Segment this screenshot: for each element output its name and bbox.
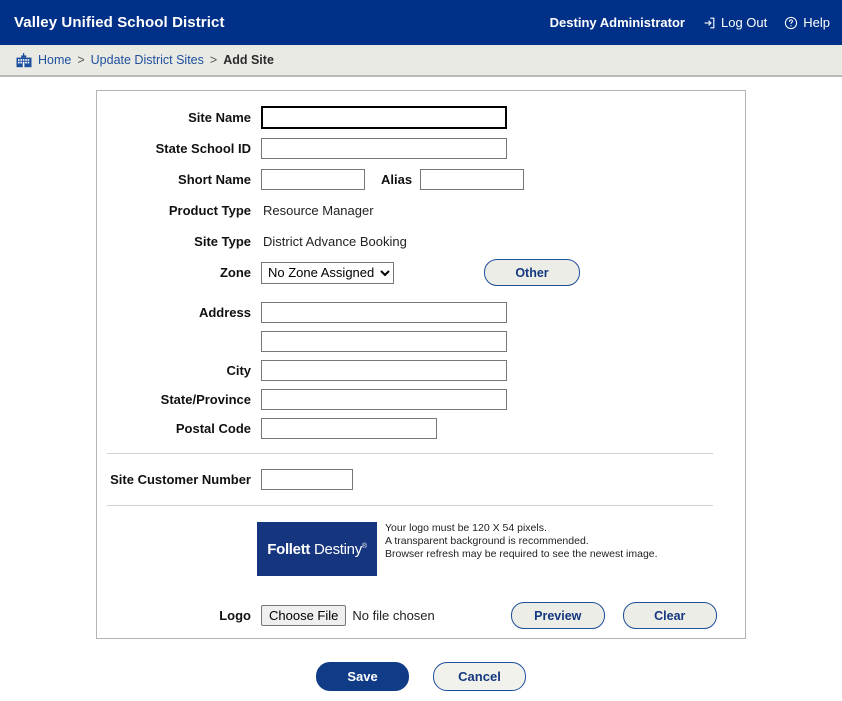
- help-button[interactable]: Help: [784, 15, 830, 30]
- zone-label: Zone: [219, 265, 251, 280]
- logo-requirements-note: Your logo must be 120 X 54 pixels. A tra…: [377, 522, 658, 561]
- site-type-label: Site Type: [194, 234, 251, 249]
- breadcrumb-separator-2: >: [209, 53, 218, 67]
- add-site-form-panel: Site Name State School ID Short Name Ali…: [96, 90, 746, 639]
- breadcrumb-home-link[interactable]: Home: [38, 53, 71, 67]
- city-label: City: [226, 363, 251, 378]
- header-right-group: Destiny Administrator Log Out Help: [550, 15, 830, 30]
- address-line2-input[interactable]: [261, 331, 507, 352]
- logo-note-line-3: Browser refresh may be required to see t…: [385, 548, 658, 560]
- site-name-input[interactable]: [261, 106, 507, 129]
- breadcrumb-separator-1: >: [77, 53, 85, 67]
- form-rows: Site Name State School ID Short Name Ali…: [97, 91, 745, 629]
- short-name-label: Short Name: [178, 172, 251, 187]
- postal-code-row: Postal Code: [97, 414, 745, 443]
- other-button[interactable]: Other: [484, 259, 580, 286]
- address-line1-row: Address: [97, 298, 745, 327]
- zone-row: Zone No Zone Assigned Other: [97, 257, 745, 288]
- breadcrumb-update-district-sites-link[interactable]: Update District Sites: [91, 53, 204, 67]
- state-school-id-input[interactable]: [261, 138, 507, 159]
- logo-image-text: Follett Destiny®: [267, 541, 367, 558]
- site-name-row: Site Name: [97, 102, 745, 133]
- alias-input[interactable]: [420, 169, 525, 190]
- address-line1-input[interactable]: [261, 302, 507, 323]
- product-type-row: Product Type Resource Manager: [97, 195, 745, 226]
- breadcrumb: Home > Update District Sites > Add Site: [0, 45, 842, 77]
- logo-action-buttons: Preview Clear: [510, 602, 717, 629]
- logo-note-line-2: A transparent background is recommended.: [385, 535, 589, 547]
- postal-code-input[interactable]: [261, 418, 437, 439]
- state-school-id-label: State School ID: [155, 141, 251, 156]
- help-icon: [784, 16, 798, 30]
- divider-above-logo: [107, 505, 713, 506]
- choose-file-button[interactable]: Choose File: [261, 605, 347, 626]
- product-type-value: Resource Manager: [263, 203, 374, 218]
- logout-label: Log Out: [720, 15, 768, 30]
- help-label: Help: [803, 15, 830, 30]
- site-customer-number-label: Site Customer Number: [110, 472, 251, 487]
- logo-upload-row: Logo Choose File No file chosen Preview …: [97, 576, 745, 629]
- alias-label: Alias: [381, 172, 413, 187]
- cancel-button[interactable]: Cancel: [433, 662, 526, 691]
- logo-label: Logo: [219, 608, 251, 623]
- logo-brand-bold: Follett: [267, 540, 311, 558]
- current-logo-image: Follett Destiny®: [257, 522, 377, 576]
- site-name-label: Site Name: [188, 110, 251, 125]
- short-name-row: Short Name Alias: [97, 164, 745, 195]
- preview-button[interactable]: Preview: [510, 602, 605, 629]
- state-province-label: State/Province: [160, 392, 251, 407]
- chosen-file-name: No file chosen: [352, 608, 435, 623]
- site-customer-number-input[interactable]: [261, 469, 353, 490]
- save-button[interactable]: Save: [316, 662, 409, 691]
- district-title: Valley Unified School District: [14, 14, 225, 31]
- site-customer-number-row: Site Customer Number: [97, 464, 745, 495]
- postal-code-label: Postal Code: [175, 421, 251, 436]
- city-input[interactable]: [261, 360, 507, 381]
- state-school-id-row: State School ID: [97, 133, 745, 164]
- clear-button[interactable]: Clear: [622, 602, 717, 629]
- logout-button[interactable]: Log Out: [702, 15, 767, 30]
- state-province-row: State/Province: [97, 385, 745, 414]
- address-label: Address: [198, 305, 251, 320]
- short-name-input[interactable]: [261, 169, 365, 190]
- logo-file-input[interactable]: Choose File No file chosen: [261, 605, 435, 626]
- site-type-row: Site Type District Advance Booking: [97, 226, 745, 257]
- site-type-value: District Advance Booking: [263, 234, 407, 249]
- product-type-label: Product Type: [168, 203, 251, 218]
- app-header: Valley Unified School District Destiny A…: [0, 0, 842, 45]
- current-user-label: Destiny Administrator: [549, 15, 685, 30]
- breadcrumb-current-page: Add Site: [223, 53, 274, 67]
- city-row: City: [97, 356, 745, 385]
- logo-preview-block: Follett Destiny® Your logo must be 120 X…: [97, 516, 745, 576]
- logo-note-line-1: Your logo must be 120 X 54 pixels.: [385, 522, 547, 534]
- logo-brand-light: Destiny: [314, 540, 362, 558]
- school-building-icon: [16, 52, 32, 68]
- state-province-input[interactable]: [261, 389, 507, 410]
- logo-registered-mark: ®: [361, 542, 367, 550]
- zone-select[interactable]: No Zone Assigned: [261, 261, 394, 284]
- logout-icon: [702, 16, 716, 30]
- address-line2-row: [97, 327, 745, 356]
- divider-above-customer-number: [107, 453, 713, 454]
- form-footer-actions: Save Cancel: [0, 662, 842, 691]
